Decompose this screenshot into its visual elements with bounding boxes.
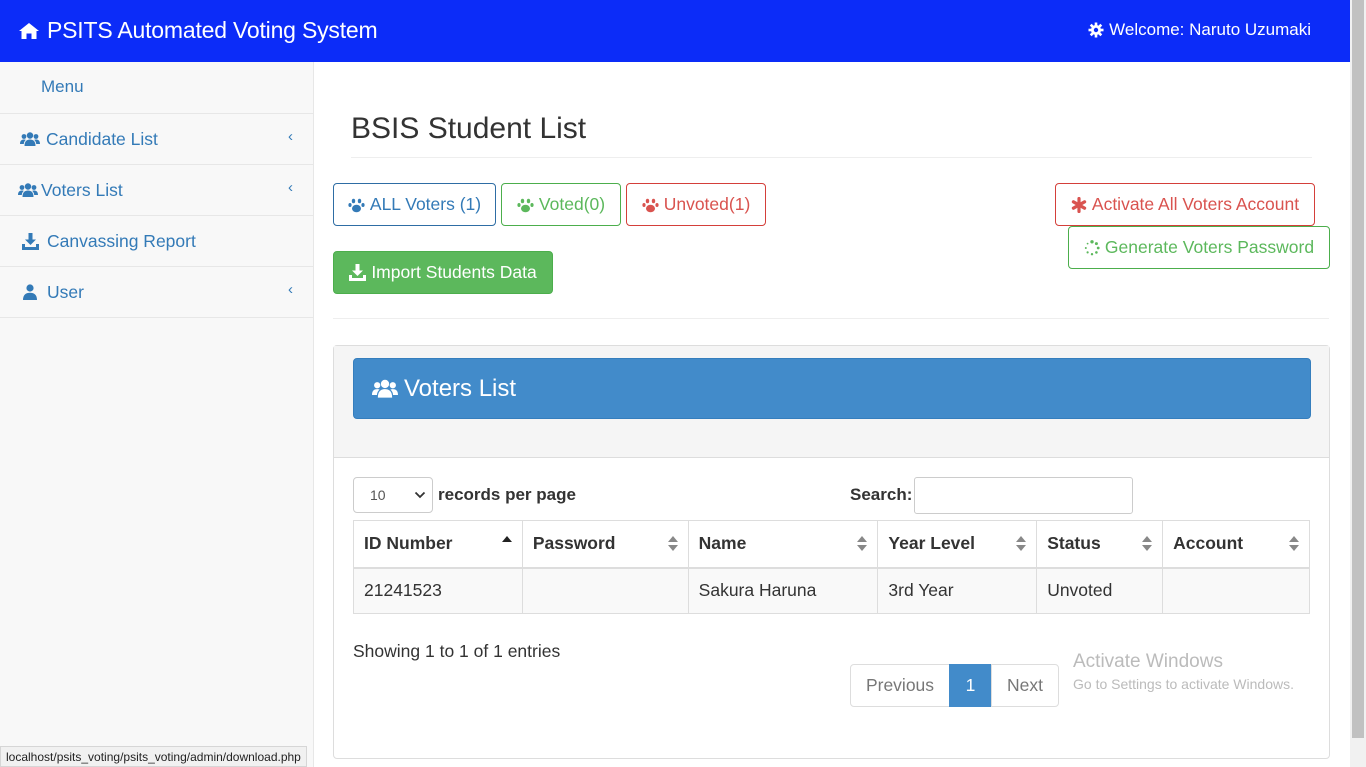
user-menu[interactable]: Welcome: Naruto Uzumaki (1088, 20, 1311, 40)
panel-banner: Voters List (353, 358, 1311, 419)
column-header-id-number[interactable]: ID Number (353, 520, 523, 569)
generate-password-button[interactable]: Generate Voters Password (1068, 226, 1330, 269)
cell-name: Sakura Haruna (687, 567, 879, 614)
watermark-title: Activate Windows (1073, 651, 1223, 672)
import-students-label: Import Students Data (371, 262, 537, 282)
column-header-password[interactable]: Password (521, 520, 689, 569)
voted-label: Voted(0) (538, 194, 606, 214)
sidebar-item-label: Canvassing Report (47, 230, 196, 251)
welcome-text: Welcome: Naruto Uzumaki (1109, 20, 1311, 39)
cell-account (1162, 567, 1310, 614)
title-divider (351, 157, 1312, 158)
voters-table: ID Number Password Name Year Level Statu… (353, 520, 1310, 614)
windows-activation-watermark: Activate Windows Go to Settings to activ… (1073, 651, 1294, 692)
sort-icon (1289, 536, 1299, 552)
unvoted-label: Unvoted(1) (663, 194, 751, 214)
search-label: Search: (850, 485, 913, 504)
activate-all-accounts-button[interactable]: Activate All Voters Account (1055, 183, 1315, 226)
download-icon (349, 264, 367, 281)
chevron-left-icon: ‹ (288, 128, 293, 145)
unvoted-button[interactable]: Unvoted(1) (626, 183, 766, 226)
panel-title: Voters List (404, 374, 517, 402)
users-icon (18, 182, 38, 198)
column-header-status[interactable]: Status (1036, 520, 1164, 569)
home-icon (18, 22, 40, 40)
table-row: 21241523 Sakura Haruna 3rd Year Unvoted (353, 567, 1310, 614)
column-header-year-level[interactable]: Year Level (877, 520, 1038, 569)
table-info: Showing 1 to 1 of 1 entries (353, 641, 561, 661)
users-icon (372, 378, 398, 399)
sort-asc-icon (501, 536, 512, 552)
activate-all-label: Activate All Voters Account (1091, 194, 1300, 214)
watermark-subtitle: Go to Settings to activate Windows. (1073, 676, 1294, 692)
cell-status: Unvoted (1036, 567, 1164, 614)
voted-button[interactable]: Voted(0) (501, 183, 621, 226)
paw-icon (348, 197, 365, 213)
import-students-button[interactable]: Import Students Data (333, 251, 553, 294)
sidebar-item-candidate-list[interactable]: Candidate List ‹ (0, 114, 313, 165)
pagination-page-current[interactable]: 1 (949, 664, 992, 707)
records-per-page-value: 10 (370, 487, 386, 503)
user-icon (23, 284, 37, 300)
download-icon (22, 232, 39, 250)
top-navbar: PSITS Automated Voting System Welcome: N (0, 0, 1350, 62)
sort-icon (857, 536, 868, 552)
sort-icon (667, 536, 678, 552)
generate-password-label: Generate Voters Password (1104, 237, 1315, 257)
paw-icon (517, 197, 534, 213)
all-voters-label: ALL Voters (1) (369, 194, 482, 214)
pagination-previous[interactable]: Previous (850, 664, 950, 707)
sort-icon (1142, 536, 1153, 552)
paw-icon (642, 197, 659, 213)
records-per-page-select[interactable]: 10 (353, 477, 433, 513)
pagination: Previous 1 Next (850, 664, 1059, 707)
spinner-icon (1084, 239, 1100, 256)
asterisk-icon (1071, 196, 1087, 213)
panel-header-area: Voters List (334, 346, 1329, 458)
sidebar-item-voters-list[interactable]: Voters List ‹ (0, 165, 313, 216)
chevron-down-icon (414, 488, 426, 505)
sidebar-item-label: Candidate List (46, 128, 158, 149)
sidebar-item-label: Voters List (41, 179, 123, 200)
cell-year-level: 3rd Year (877, 567, 1038, 614)
cell-id-number: 21241523 (353, 567, 523, 614)
chevron-left-icon: ‹ (288, 281, 293, 298)
sidebar-menu-header: Menu (0, 62, 313, 114)
page-title: BSIS Student List (351, 112, 587, 145)
pagination-next[interactable]: Next (991, 664, 1059, 707)
sidebar: Menu Candidate List ‹ Voters List ‹ Canv… (0, 62, 314, 767)
scrollbar-thumb[interactable] (1352, 0, 1364, 738)
sort-icon (1016, 536, 1027, 552)
sidebar-item-user[interactable]: User ‹ (0, 267, 313, 318)
browser-status-url: localhost/psits_voting/psits_voting/admi… (0, 746, 307, 767)
cell-password (521, 567, 689, 614)
gear-icon (1088, 22, 1104, 38)
table-header-row: ID Number Password Name Year Level Statu… (353, 520, 1310, 569)
all-voters-button[interactable]: ALL Voters (1) (333, 183, 496, 226)
column-header-account[interactable]: Account (1162, 520, 1310, 569)
search-input[interactable] (914, 477, 1133, 514)
section-divider (333, 318, 1329, 319)
column-header-name[interactable]: Name (687, 520, 879, 569)
brand-title: PSITS Automated Voting System (47, 17, 378, 43)
brand-link[interactable]: PSITS Automated Voting System (18, 17, 378, 44)
page-scrollbar[interactable] (1350, 0, 1366, 767)
sidebar-item-label: User (47, 281, 84, 302)
records-per-page-label: records per page (438, 485, 576, 504)
sidebar-item-canvassing-report[interactable]: Canvassing Report (0, 216, 313, 267)
chevron-left-icon: ‹ (288, 179, 293, 196)
users-icon (20, 131, 40, 147)
